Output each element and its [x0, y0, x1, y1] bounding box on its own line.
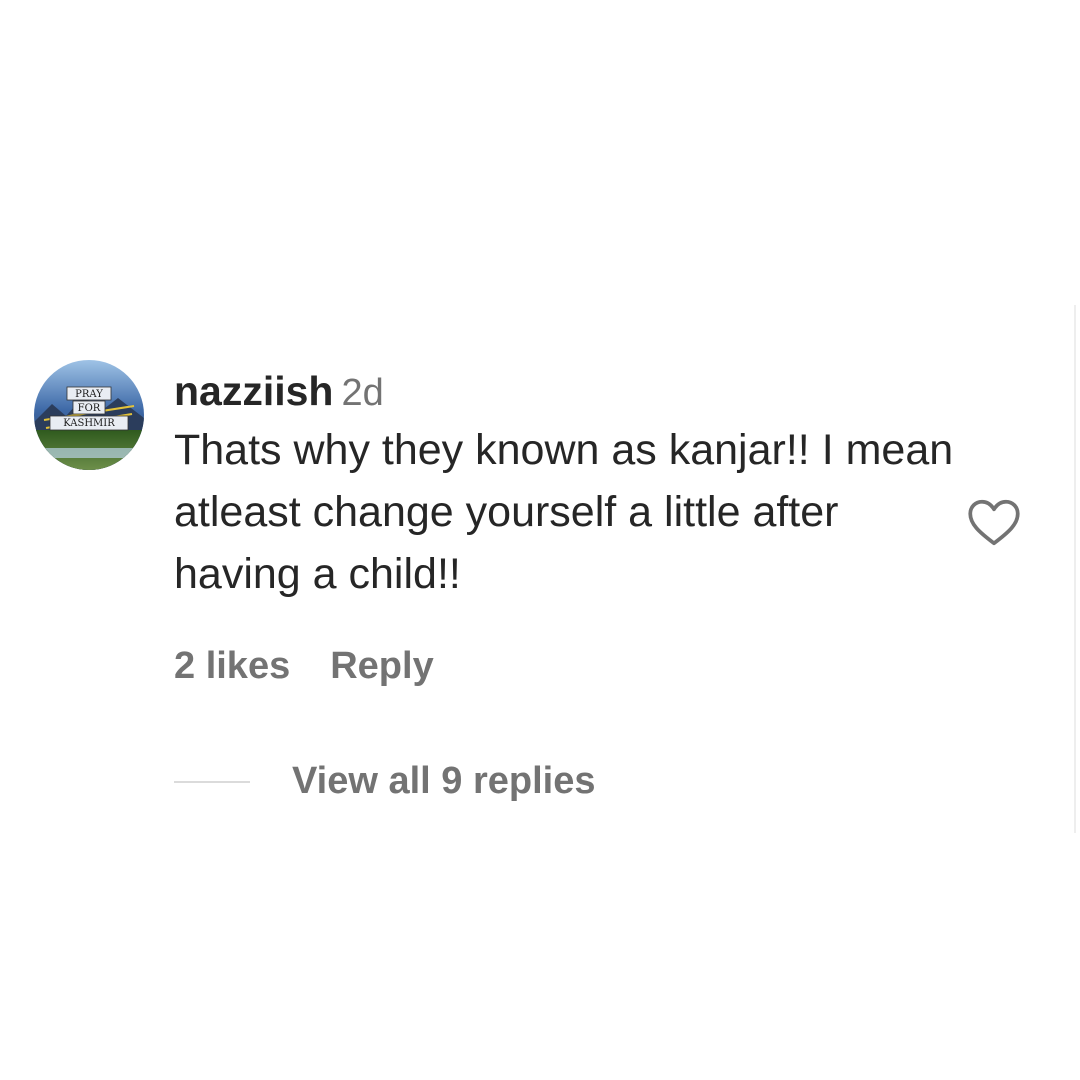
reply-button[interactable]: Reply: [330, 645, 433, 687]
comment-timestamp: 2d: [341, 372, 384, 414]
scrollbar-track: [1074, 305, 1076, 833]
view-replies-button[interactable]: View all 9 replies: [292, 760, 595, 803]
avatar-text-line-3: KASHMIR: [63, 418, 115, 429]
heart-outline-icon[interactable]: [964, 492, 1024, 552]
avatar-image: PRAY FOR KASHMIR: [34, 360, 144, 470]
view-replies-row: View all 9 replies: [174, 760, 595, 810]
replies-divider: [174, 780, 250, 783]
likes-count[interactable]: 2 likes: [174, 645, 290, 687]
comment-header: nazziish 2d: [174, 368, 964, 415]
comment-body: nazziish 2d Thats why they known as kanja…: [174, 368, 964, 605]
avatar-text-line-2: FOR: [78, 403, 101, 414]
avatar-text-line-1: PRAY: [75, 389, 103, 400]
comment-text: Thats why they known as kanjar!! I mean …: [174, 426, 954, 598]
avatar[interactable]: PRAY FOR KASHMIR: [34, 360, 144, 470]
comment-actions: 2 likes Reply: [174, 645, 434, 688]
username-link[interactable]: nazziish: [174, 368, 333, 414]
comment-item: PRAY FOR KASHMIR nazziish 2d Thats why th…: [34, 360, 1034, 820]
